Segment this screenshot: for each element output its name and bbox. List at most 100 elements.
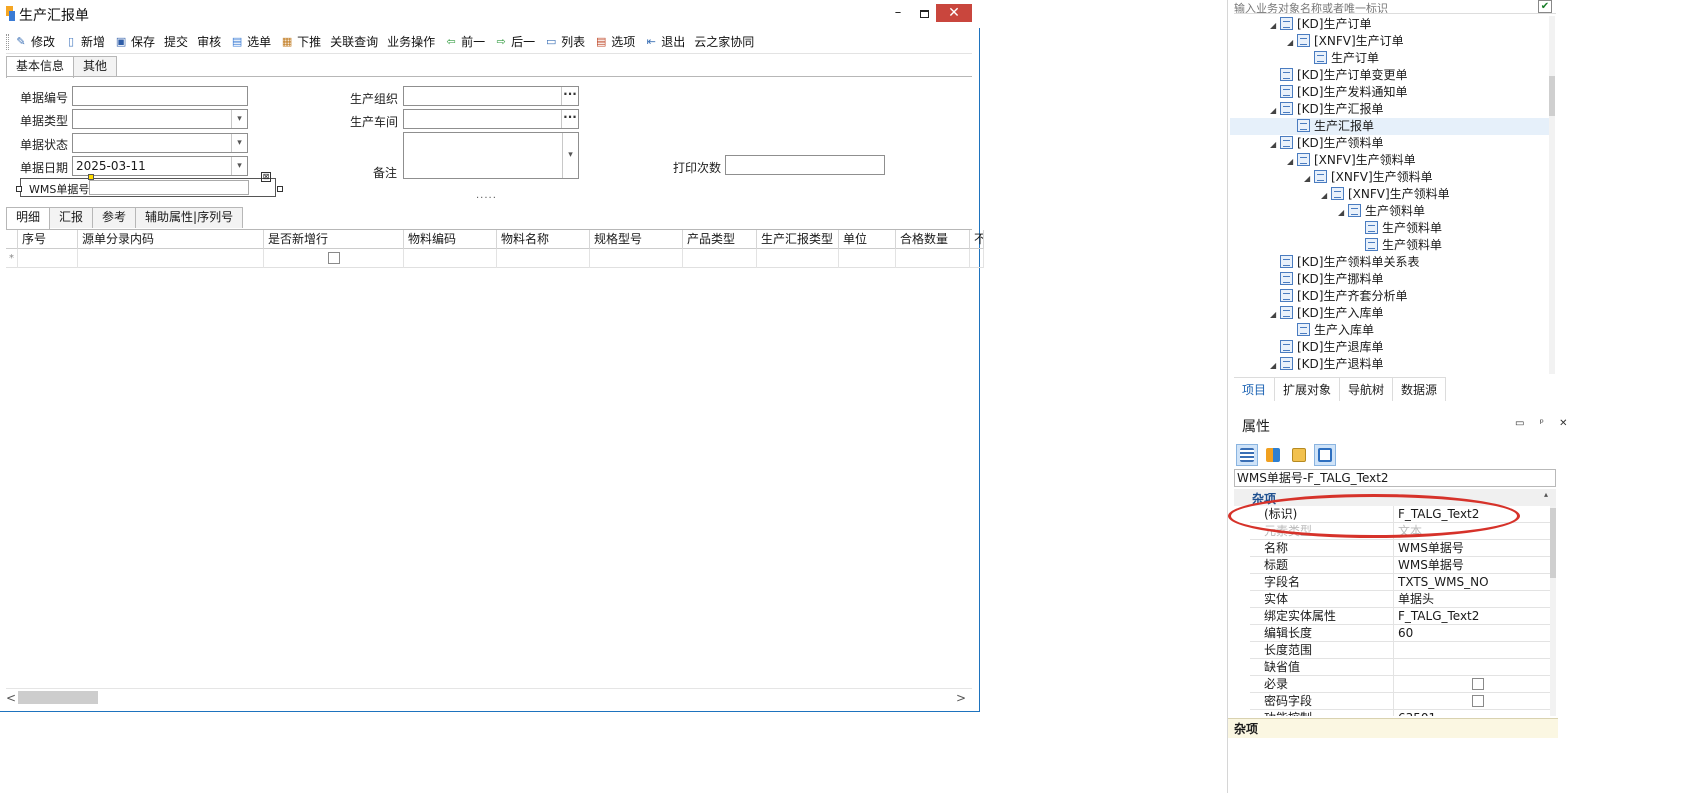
column-header-6[interactable]: 产品类型 (683, 230, 757, 249)
grid-cell[interactable] (683, 249, 757, 268)
close-button[interactable]: ✕ (936, 4, 972, 22)
grid-cell[interactable] (497, 249, 590, 268)
tree-node[interactable]: 生产领料单 (1355, 220, 1442, 237)
tab-header-1[interactable]: 其他 (73, 56, 118, 77)
scroll-right-icon[interactable]: > (956, 691, 968, 705)
tree-node[interactable]: [KD]生产发料通知单 (1270, 84, 1407, 101)
expand-toggle-icon[interactable]: ◢ (1287, 153, 1297, 170)
column-header-7[interactable]: 生产汇报类型 (757, 230, 839, 249)
remark-textarea[interactable]: ▾ (403, 132, 579, 179)
side-tab-0[interactable]: 项目 (1234, 378, 1276, 401)
grid-cell[interactable] (264, 249, 404, 268)
grid-cell[interactable] (404, 249, 497, 268)
check-icon[interactable]: ✔ (1538, 0, 1552, 13)
grid-cell[interactable] (757, 249, 839, 268)
grid-cell[interactable] (839, 249, 896, 268)
expand-toggle-icon[interactable]: ◢ (1270, 102, 1280, 119)
wms-no-field-selected[interactable]: WMS单据号 (20, 178, 276, 197)
expand-toggle-icon[interactable]: ◢ (1270, 17, 1280, 34)
tree-node[interactable]: ◢ [KD]生产入库单 (1270, 305, 1383, 322)
property-pages-button[interactable] (1288, 444, 1310, 466)
tree-node[interactable]: [KD]生产订单变更单 (1270, 67, 1407, 84)
expand-toggle-icon[interactable]: ◢ (1270, 357, 1280, 374)
column-header-0[interactable]: 序号 (18, 230, 78, 249)
move-handle-icon[interactable]: ⊠ (261, 172, 271, 182)
tree-node[interactable]: ◢ [KD]生产退料单 (1270, 356, 1383, 373)
toolbar-button-14[interactable]: 云之家协同 (694, 33, 754, 50)
property-row[interactable]: 密码字段 (1250, 693, 1556, 710)
toolbar-button-9[interactable]: ⇦ 前一 (444, 33, 486, 50)
property-row[interactable]: 标题 WMS单据号 (1250, 557, 1556, 574)
toolbar-button-2[interactable]: ▣ 保存 (114, 33, 155, 50)
property-row[interactable]: 名称 WMS单据号 (1250, 540, 1556, 557)
expand-toggle-icon[interactable]: ◢ (1321, 187, 1331, 204)
property-value[interactable]: 单据头 (1398, 591, 1434, 608)
property-row[interactable]: 字段名 TXTS_WMS_NO (1250, 574, 1556, 591)
horizontal-scrollbar[interactable]: < > (6, 688, 972, 705)
tree-node[interactable]: ◢ [XNFV]生产领料单 (1287, 152, 1416, 169)
property-row[interactable]: 实体 单据头 (1250, 591, 1556, 608)
bill-status-select[interactable]: ▾ (72, 133, 248, 153)
toolbar-button-1[interactable]: ▯ 新增 (64, 33, 105, 50)
resize-handle[interactable] (88, 174, 94, 180)
bill-type-select[interactable]: ▾ (72, 109, 248, 129)
property-value[interactable] (1398, 676, 1548, 693)
tree-node[interactable]: 生产退料单 (1287, 373, 1374, 374)
column-header-10[interactable]: 不 (970, 230, 984, 249)
tab-entry-2[interactable]: 参考 (92, 207, 137, 228)
tree-scrollbar[interactable] (1549, 16, 1555, 374)
column-header-4[interactable]: 物料名称 (497, 230, 590, 249)
tree-node[interactable]: [KD]生产挪料单 (1270, 271, 1383, 288)
sort-az-button[interactable] (1262, 444, 1284, 466)
workshop-input[interactable]: ··· (403, 109, 579, 129)
resize-handle[interactable] (277, 186, 283, 192)
expand-toggle-icon[interactable]: ◢ (1270, 306, 1280, 323)
property-value[interactable]: 63501 (1398, 710, 1436, 716)
toolbar-button-12[interactable]: ▤ 选项 (594, 33, 635, 50)
new-row-checkbox[interactable] (328, 252, 340, 264)
column-header-9[interactable]: 合格数量 (896, 230, 970, 249)
tree-node[interactable]: [KD]生产齐套分析单 (1270, 288, 1407, 305)
property-row[interactable]: 编辑长度 60 (1250, 625, 1556, 642)
toolbar-button-3[interactable]: 提交 (164, 33, 188, 50)
property-value[interactable]: TXTS_WMS_NO (1398, 574, 1489, 591)
tree-node[interactable]: 生产领料单 (1355, 237, 1442, 254)
tab-header-0[interactable]: 基本信息 (6, 56, 75, 78)
scroll-thumb[interactable] (18, 691, 98, 704)
side-tab-2[interactable]: 导航树 (1340, 378, 1394, 401)
expand-toggle-icon[interactable]: ◢ (1338, 204, 1348, 221)
collapse-icon[interactable]: ▴ (1544, 490, 1548, 499)
grid-cell[interactable] (590, 249, 683, 268)
toolbar-button-0[interactable]: ✎ 修改 (14, 33, 55, 50)
selected-object-name[interactable]: WMS单据号-F_TALG_Text2 (1234, 469, 1556, 487)
tree-node[interactable]: ◢ [KD]生产领料单 (1270, 135, 1383, 152)
scroll-thumb[interactable] (1550, 508, 1556, 578)
tree-node[interactable]: ◢ [KD]生产汇报单 (1270, 101, 1383, 118)
toolbar-button-10[interactable]: ⇨ 后一 (494, 33, 536, 50)
property-value[interactable] (1398, 693, 1548, 710)
column-header-8[interactable]: 单位 (839, 230, 896, 249)
tab-entry-3[interactable]: 辅助属性|序列号 (135, 207, 244, 228)
toolbar-button-5[interactable]: ▤ 选单 (230, 33, 271, 50)
property-row[interactable]: 绑定实体属性 F_TALG_Text2 (1250, 608, 1556, 625)
toolbar-button-4[interactable]: 审核 (197, 33, 221, 50)
property-row[interactable]: 缺省值 (1250, 659, 1556, 676)
property-value[interactable]: WMS单据号 (1398, 540, 1464, 557)
tree-node[interactable]: [KD]生产领料单关系表 (1270, 254, 1419, 271)
property-row[interactable]: 必录 (1250, 676, 1556, 693)
scroll-thumb[interactable] (1549, 76, 1555, 116)
property-value[interactable]: 60 (1398, 625, 1413, 642)
property-value[interactable]: WMS单据号 (1398, 557, 1464, 574)
lookup-ellipsis-icon[interactable]: ··· (561, 110, 578, 128)
bill-date-picker[interactable]: 2025-03-11 ▾ (72, 156, 248, 176)
panel-controls[interactable]: ▭ ᵖ ✕ (1515, 418, 1573, 429)
prd-org-input[interactable]: ··· (403, 86, 579, 106)
property-checkbox[interactable] (1472, 695, 1484, 707)
object-search-input[interactable]: 输入业务对象名称或者唯一标识 (1234, 0, 1556, 14)
grid-cell[interactable] (78, 249, 264, 268)
resize-handle[interactable] (16, 186, 22, 192)
toolbar-button-6[interactable]: ▦ 下推 (280, 33, 321, 50)
scroll-left-icon[interactable]: < (6, 691, 18, 705)
tree-node[interactable]: 生产汇报单 (1230, 118, 1550, 135)
toolbar-button-7[interactable]: 关联查询 (330, 33, 378, 50)
